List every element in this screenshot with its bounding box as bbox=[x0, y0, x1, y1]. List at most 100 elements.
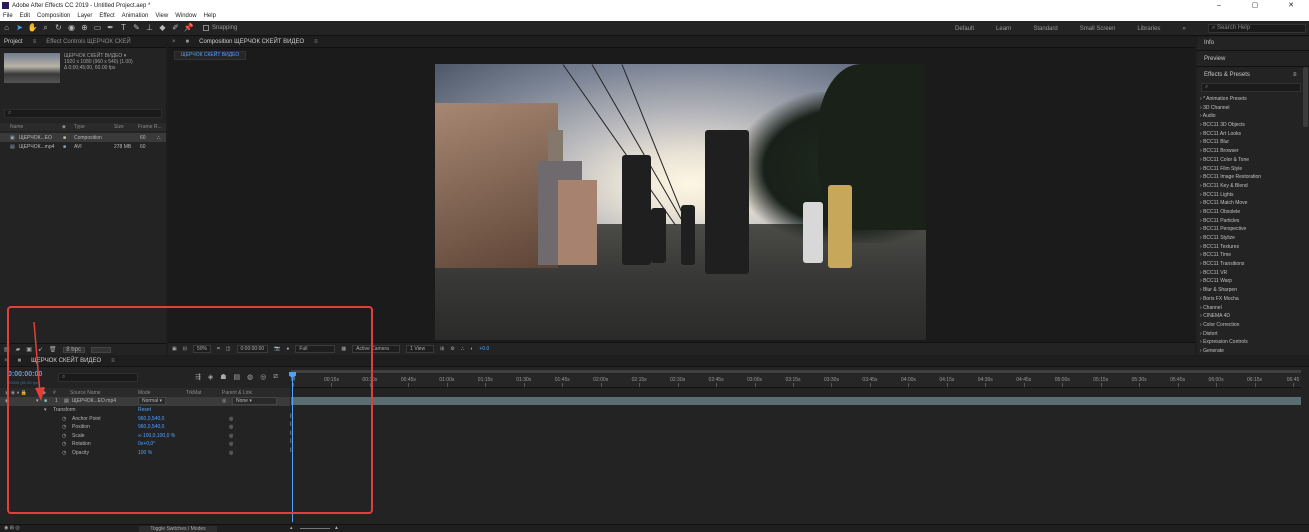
effects-category-item[interactable]: › Blur & Sharpen bbox=[1200, 286, 1304, 295]
effects-category-item[interactable]: › BCC11 Transitions bbox=[1200, 260, 1304, 269]
stopwatch-icon[interactable]: ◷ bbox=[62, 416, 66, 422]
snapshot-icon[interactable]: 📷 bbox=[274, 346, 280, 352]
workspace-learn[interactable]: Learn bbox=[996, 26, 1011, 32]
effects-category-item[interactable]: › Audio bbox=[1200, 112, 1304, 121]
puppet-pin-tool-icon[interactable]: 📌 bbox=[184, 23, 194, 33]
property-row[interactable]: ◷ Opacity 100 % ◎ bbox=[0, 449, 290, 458]
shy-layers-icon[interactable]: ☗ bbox=[220, 373, 226, 381]
resolution-dropdown[interactable]: Full bbox=[295, 345, 336, 353]
column-mode[interactable]: Mode bbox=[138, 390, 151, 396]
effects-presets-tab[interactable]: Effects & Presets bbox=[1204, 72, 1250, 78]
expression-pick-whip-icon[interactable]: ◎ bbox=[229, 424, 233, 430]
effects-category-item[interactable]: › BCC11 Obsolete bbox=[1200, 208, 1304, 217]
stopwatch-icon[interactable]: ◷ bbox=[62, 433, 66, 439]
property-value[interactable]: 0x+0,0° bbox=[138, 441, 155, 447]
menu-composition[interactable]: Composition bbox=[37, 13, 70, 19]
workspace-standard[interactable]: Standard bbox=[1033, 26, 1057, 32]
exposure-value[interactable]: +0.0 bbox=[479, 346, 489, 352]
camera-view-dropdown[interactable]: Active Camera bbox=[352, 345, 401, 353]
time-ruler[interactable]: 0f 00:15s 00:30s 00:45s 01:00s 01:15s 01:30s 01… bbox=[291, 374, 1301, 388]
effects-category-item[interactable]: › BCC11 Perspective bbox=[1200, 225, 1304, 234]
composition-breadcrumb[interactable]: ЩЕРЧОК СКЕЙТ ВИДЕО bbox=[174, 51, 247, 60]
snapping-checkbox[interactable] bbox=[203, 25, 209, 31]
view-layout-dropdown[interactable]: 1 View bbox=[406, 345, 435, 353]
effects-category-item[interactable]: › BCC11 Film Style bbox=[1200, 165, 1304, 174]
effects-scrollbar[interactable] bbox=[1303, 67, 1308, 127]
panel-menu-icon[interactable]: ≡ bbox=[33, 39, 37, 45]
av-features-icons[interactable]: ◉ ◉ ● 🔒 bbox=[5, 390, 27, 396]
transparency-grid-icon[interactable]: ▦ bbox=[341, 346, 346, 352]
effects-category-item[interactable]: › Boris FX Mocha bbox=[1200, 295, 1304, 304]
property-value[interactable]: 100 % bbox=[138, 450, 152, 456]
menu-window[interactable]: Window bbox=[175, 13, 196, 19]
zoom-tool-icon[interactable]: ⌕ bbox=[41, 23, 51, 33]
zoom-in-icon[interactable]: ▲ bbox=[334, 525, 339, 531]
pen-tool-icon[interactable]: ✒ bbox=[106, 23, 116, 33]
brush-tool-icon[interactable]: ✎ bbox=[132, 23, 142, 33]
effects-category-item[interactable]: › Channel bbox=[1200, 304, 1304, 313]
project-scrollbar[interactable] bbox=[90, 346, 111, 353]
type-tool-icon[interactable]: T bbox=[119, 23, 129, 33]
layer-name[interactable]: ЩЕРЧОК...ЕО.mp4 bbox=[72, 398, 116, 404]
transform-group-row[interactable]: ▾ Transform Reset bbox=[0, 406, 290, 415]
effects-category-item[interactable]: › BCC11 VR bbox=[1200, 269, 1304, 278]
camera-tool-icon[interactable]: ◉ bbox=[67, 23, 77, 33]
effects-category-item[interactable]: › CINEMA 4D bbox=[1200, 312, 1304, 321]
current-time-display[interactable]: 0:00:00:00 bbox=[236, 345, 269, 353]
eraser-tool-icon[interactable]: ◆ bbox=[158, 23, 168, 33]
project-search-input[interactable]: ⌕ bbox=[4, 109, 162, 118]
footer-toggles-icons[interactable]: ◉ ⊞ ◎ bbox=[4, 525, 20, 531]
roto-brush-tool-icon[interactable]: ✐ bbox=[171, 23, 181, 33]
tab-effect-controls[interactable]: Effect Controls ЩЕРЧОК СКЕЙ bbox=[46, 39, 131, 45]
flowchart-icon[interactable]: ⛬ bbox=[157, 135, 161, 141]
pick-whip-icon[interactable]: ◎ bbox=[222, 398, 226, 404]
workspace-default[interactable]: Default bbox=[955, 26, 974, 32]
hand-tool-icon[interactable]: ✋ bbox=[28, 23, 38, 33]
composition-mini-flowchart-icon[interactable]: ⇶ bbox=[195, 373, 201, 381]
trash-icon[interactable]: 🗑 bbox=[49, 346, 57, 353]
menu-layer[interactable]: Layer bbox=[77, 13, 92, 19]
region-of-interest-icon[interactable]: ⊟ bbox=[183, 346, 187, 352]
preview-panel-tab[interactable]: Preview bbox=[1204, 56, 1225, 62]
maximize-button[interactable]: ▢ bbox=[1237, 0, 1273, 11]
rectangle-tool-icon[interactable]: ▭ bbox=[93, 23, 103, 33]
magnification-dropdown[interactable]: 50% bbox=[192, 345, 211, 353]
close-tab-icon[interactable]: × bbox=[4, 358, 8, 364]
minimize-button[interactable]: – bbox=[1201, 0, 1237, 11]
playhead-line[interactable] bbox=[292, 372, 293, 522]
home-icon[interactable]: ⌂ bbox=[2, 23, 12, 33]
effects-category-item[interactable]: › BCC11 Stylize bbox=[1200, 234, 1304, 243]
project-row[interactable]: ▤ ЩЕРЧОК...mp4 ■ AVI 278 MB 60 bbox=[0, 142, 166, 151]
grid-icon[interactable]: ⌗ bbox=[217, 346, 220, 352]
lock-icon[interactable]: ■ bbox=[186, 39, 190, 45]
column-trkmat[interactable]: TrkMat bbox=[186, 390, 201, 396]
toggle-switches-modes-button[interactable]: Toggle Switches / Modes bbox=[139, 526, 217, 532]
property-value[interactable]: ∞ 100,0,100,0 % bbox=[138, 433, 175, 439]
safe-margins-icon[interactable]: ◫ bbox=[226, 346, 231, 352]
tab-composition[interactable]: Composition ЩЕРЧОК СКЕЙТ ВИДЕО bbox=[199, 39, 304, 45]
menu-animation[interactable]: Animation bbox=[122, 13, 149, 19]
effects-category-item[interactable]: › BCC11 Time bbox=[1200, 251, 1304, 260]
close-tab-icon[interactable]: × bbox=[172, 39, 176, 45]
effects-search-input[interactable]: ⌕ bbox=[1201, 83, 1301, 92]
pan-behind-tool-icon[interactable]: ⊕ bbox=[80, 23, 90, 33]
work-area-bar[interactable] bbox=[291, 370, 1301, 373]
info-panel-tab[interactable]: Info bbox=[1204, 40, 1214, 46]
lock-icon[interactable]: ■ bbox=[18, 358, 22, 364]
interpret-footage-icon[interactable]: ▤ bbox=[4, 346, 10, 353]
always-preview-icon[interactable]: ▣ bbox=[172, 346, 177, 352]
tab-project[interactable]: Project bbox=[4, 39, 23, 45]
draft-3d-icon[interactable]: ◈ bbox=[208, 373, 213, 381]
label-tag-icon[interactable]: ◆ bbox=[62, 124, 66, 130]
timeline-flowchart-icon[interactable]: ⧄ bbox=[273, 373, 277, 381]
graph-editor-icon[interactable]: ◎ bbox=[260, 373, 266, 381]
menu-effect[interactable]: Effect bbox=[99, 13, 114, 19]
property-row[interactable]: ◷ Position 960,0,540,0 ◎ bbox=[0, 423, 290, 432]
composition-viewer[interactable] bbox=[435, 64, 926, 340]
effects-category-item[interactable]: › BCC11 Key & Blend bbox=[1200, 182, 1304, 191]
effects-category-item[interactable]: › BCC11 Image Restoration bbox=[1200, 173, 1304, 182]
timeline-zoom-slider[interactable] bbox=[300, 528, 330, 529]
video-visibility-icon[interactable]: ◉ bbox=[5, 398, 9, 404]
frame-blending-icon[interactable]: ▤ bbox=[234, 373, 241, 381]
expression-pick-whip-icon[interactable]: ◎ bbox=[229, 433, 233, 439]
